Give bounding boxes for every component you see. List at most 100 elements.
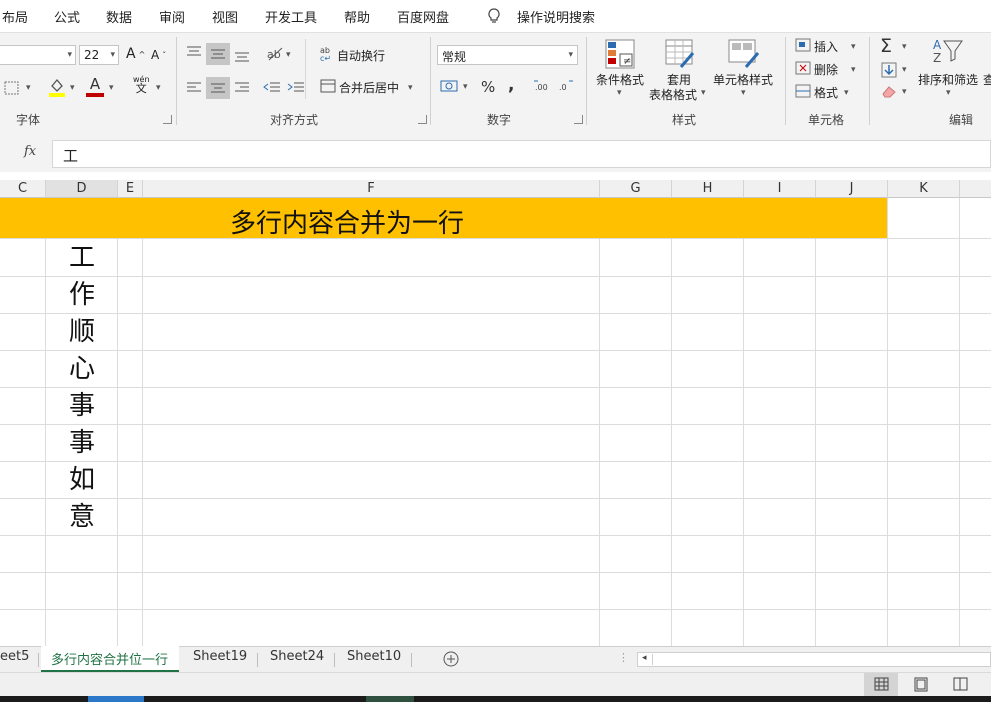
insert-function-button[interactable]: fx [24, 144, 36, 159]
accounting-format-icon[interactable] [440, 78, 458, 97]
formula-input[interactable]: 工 [52, 140, 991, 168]
borders-icon[interactable] [4, 81, 20, 98]
autosum-icon[interactable]: Σ [880, 35, 892, 57]
conditional-formatting-button[interactable]: 条件格式 [596, 71, 644, 88]
column-header-j[interactable]: J [816, 180, 888, 198]
font-color-button[interactable]: A [86, 75, 104, 97]
cell-d-char[interactable]: 事 [46, 388, 118, 425]
find-select-button[interactable]: 查 [983, 71, 991, 88]
phonetic-guide-button[interactable]: wén 文 [133, 75, 150, 94]
number-dialog-launcher-icon[interactable] [574, 115, 583, 124]
menu-formulas[interactable]: 公式 [54, 7, 80, 26]
column-header-c[interactable]: C [0, 180, 46, 198]
cell-styles-button[interactable]: 单元格样式 [713, 71, 773, 88]
decrease-decimal-icon[interactable]: .0 [557, 78, 575, 97]
sheet-tab[interactable]: eet5 [0, 649, 29, 664]
chevron-down-icon[interactable]: ▾ [156, 83, 161, 93]
chevron-down-icon[interactable]: ▾ [902, 42, 907, 52]
sort-filter-button[interactable]: 排序和筛选 [918, 71, 978, 88]
cell-d-char[interactable]: 心 [46, 351, 118, 388]
format-as-table-button[interactable]: 表格格式 [649, 86, 697, 103]
sheet-tab-active[interactable]: 多行内容合并位一行 [41, 646, 179, 672]
delete-cells-button[interactable]: 删除 ▾ [795, 61, 856, 78]
tab-split-handle-icon[interactable]: ⋮ [618, 651, 629, 664]
sheet-tab[interactable]: Sheet10 [347, 649, 401, 664]
chevron-down-icon[interactable]: ▾ [26, 83, 31, 93]
cell-d-char[interactable]: 工 [46, 240, 118, 277]
font-size-field[interactable]: 22 ▾ [79, 45, 119, 65]
chevron-down-icon[interactable]: ▾ [851, 42, 856, 52]
menu-page-layout[interactable]: 布局 [2, 7, 28, 26]
sheet-tab[interactable]: Sheet19 [193, 649, 247, 664]
column-header-d[interactable]: D [46, 180, 118, 198]
menu-view[interactable]: 视图 [212, 7, 238, 26]
chevron-down-icon[interactable]: ▾ [568, 50, 573, 60]
page-break-view-button[interactable] [946, 673, 976, 697]
column-header-e[interactable]: E [118, 180, 143, 198]
column-header-g[interactable]: G [600, 180, 672, 198]
menu-review[interactable]: 审阅 [159, 7, 185, 26]
decrease-indent-icon[interactable] [263, 81, 281, 98]
insert-cells-button[interactable]: 插入 ▾ [795, 38, 856, 55]
worksheet-grid[interactable]: C D E F G H I J K 多行内容合并为一行 工 作 顺 心 事 事 … [0, 180, 991, 646]
chevron-down-icon[interactable]: ▾ [851, 65, 856, 75]
cell-d-char[interactable]: 作 [46, 277, 118, 314]
sheet-tab[interactable]: Sheet24 [270, 649, 324, 664]
column-header-i[interactable]: I [744, 180, 816, 198]
conditional-formatting-icon[interactable]: ≠ [605, 39, 635, 72]
fill-color-icon[interactable] [48, 77, 66, 100]
cell-d-char[interactable]: 意 [46, 499, 118, 536]
chevron-down-icon[interactable]: ▾ [741, 88, 746, 98]
chevron-down-icon[interactable]: ▾ [844, 88, 849, 98]
menu-data[interactable]: 数据 [106, 7, 132, 26]
chevron-down-icon[interactable]: ▾ [408, 83, 413, 93]
cell-d-char[interactable]: 如 [46, 462, 118, 499]
clear-icon[interactable] [881, 84, 897, 101]
font-dialog-launcher-icon[interactable] [163, 115, 172, 124]
menu-developer[interactable]: 开发工具 [265, 7, 317, 26]
column-header-k[interactable]: K [888, 180, 960, 198]
column-header-f[interactable]: F [143, 180, 600, 198]
horizontal-scrollbar[interactable]: ◂ [637, 652, 991, 667]
fill-down-icon[interactable] [881, 62, 897, 81]
alignment-dialog-launcher-icon[interactable] [418, 115, 427, 124]
tell-me-search[interactable]: 操作说明搜索 [517, 7, 595, 26]
merge-center-button[interactable]: 合并后居中 ▾ [320, 79, 413, 96]
chevron-down-icon[interactable]: ▾ [617, 88, 622, 98]
comma-style-button[interactable]: , [508, 75, 514, 95]
column-header-l[interactable] [960, 180, 991, 198]
cell-styles-icon[interactable] [728, 39, 760, 72]
increase-font-size-button[interactable]: A ^ [126, 46, 145, 62]
chevron-down-icon[interactable]: ▾ [286, 50, 291, 60]
format-as-table-icon[interactable] [665, 39, 695, 72]
chevron-down-icon[interactable]: ▾ [902, 65, 907, 75]
align-top-icon[interactable] [186, 45, 202, 62]
cell-d-char[interactable]: 事 [46, 425, 118, 462]
sort-filter-icon[interactable]: AZ [932, 37, 964, 70]
add-sheet-icon[interactable] [443, 651, 459, 670]
chevron-down-icon[interactable]: ▾ [902, 87, 907, 97]
menu-baidu-netdisk[interactable]: 百度网盘 [397, 7, 449, 26]
chevron-down-icon[interactable]: ▾ [946, 88, 951, 98]
decrease-font-size-button[interactable]: Aˇ [151, 48, 166, 62]
chevron-down-icon[interactable]: ▾ [463, 82, 468, 92]
chevron-down-icon[interactable]: ▾ [110, 50, 115, 60]
chevron-down-icon[interactable]: ▾ [109, 83, 114, 93]
page-layout-view-button[interactable] [906, 673, 936, 697]
font-name-field[interactable]: ▾ [0, 45, 76, 65]
orientation-icon[interactable]: ab [266, 45, 284, 64]
normal-view-button[interactable] [864, 673, 898, 697]
merged-title-cell[interactable]: 多行内容合并为一行 [0, 198, 887, 239]
chevron-down-icon[interactable]: ▾ [701, 88, 706, 98]
increase-indent-icon[interactable] [287, 81, 305, 98]
scrollbar-thumb[interactable] [652, 654, 989, 665]
format-cells-button[interactable]: 格式 ▾ [795, 84, 849, 101]
align-middle-icon[interactable] [206, 43, 230, 65]
align-left-icon[interactable] [186, 81, 202, 98]
number-format-field[interactable]: 常规 ▾ [437, 45, 578, 65]
align-bottom-icon[interactable] [234, 49, 250, 66]
align-right-icon[interactable] [234, 81, 250, 98]
cell-d-char[interactable]: 顺 [46, 314, 118, 351]
column-header-h[interactable]: H [672, 180, 744, 198]
wrap-text-button[interactable]: ab c↵ 自动换行 [320, 46, 385, 65]
